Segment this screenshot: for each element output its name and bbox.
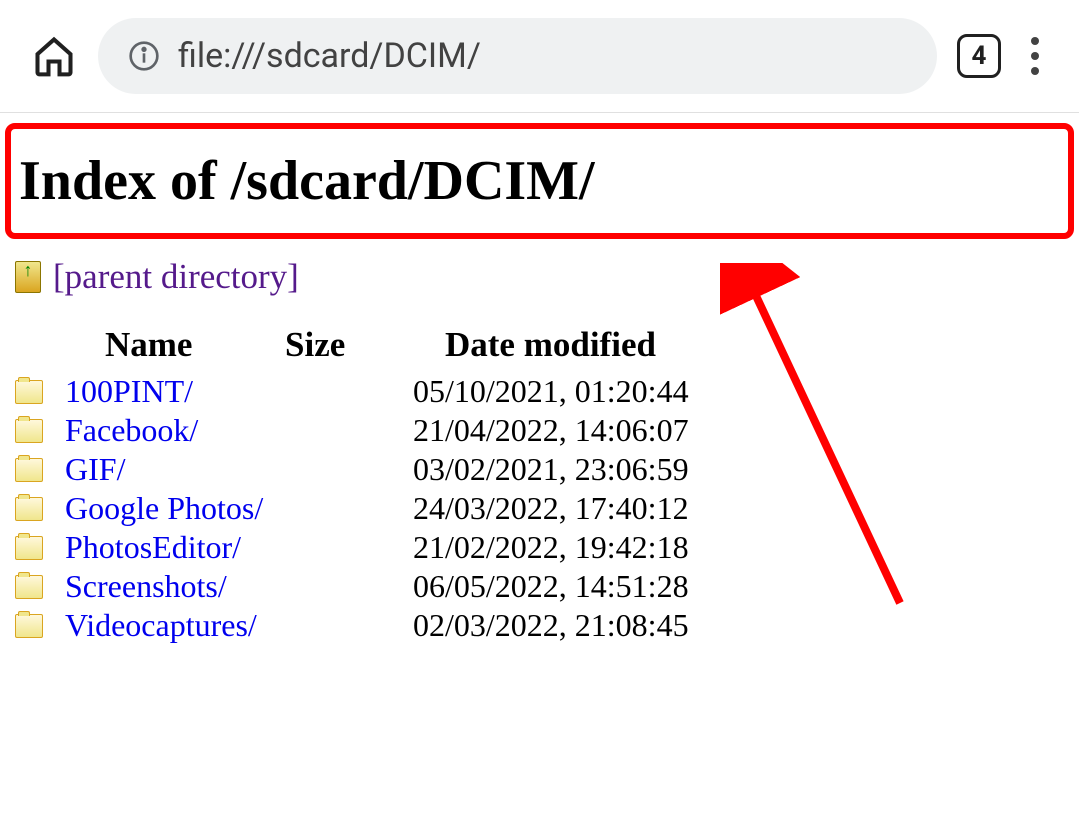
file-date-cell: 21/04/2022, 14:06:07 — [413, 412, 1079, 449]
up-arrow-icon — [15, 261, 41, 293]
file-date-cell: 24/03/2022, 17:40:12 — [413, 490, 1079, 527]
file-name-cell: Videocaptures/ — [43, 607, 413, 644]
tab-count-value: 4 — [972, 41, 987, 71]
table-header-row: Name Size Date modified — [15, 325, 1079, 365]
file-name-cell: 100PINT/ — [43, 373, 413, 410]
table-row: Google Photos/ 24/03/2022, 17:40:12 — [15, 490, 1079, 527]
page-content: Index of /sdcard/DCIM/ [parent directory… — [0, 123, 1079, 644]
table-row: Videocaptures/ 02/03/2022, 21:08:45 — [15, 607, 1079, 644]
header-date: Date modified — [415, 325, 1079, 365]
file-link[interactable]: PhotosEditor/ — [65, 529, 241, 565]
table-row: Screenshots/ 06/05/2022, 14:51:28 — [15, 568, 1079, 605]
folder-icon — [15, 614, 43, 638]
folder-icon — [15, 380, 43, 404]
file-link[interactable]: Facebook/ — [65, 412, 198, 448]
header-name: Name — [65, 325, 285, 365]
header-size: Size — [285, 325, 415, 365]
folder-icon — [15, 536, 43, 560]
home-icon[interactable] — [30, 32, 78, 80]
folder-icon — [15, 419, 43, 443]
file-date-cell: 03/02/2021, 23:06:59 — [413, 451, 1079, 488]
file-link[interactable]: 100PINT/ — [65, 373, 193, 409]
file-date-cell: 05/10/2021, 01:20:44 — [413, 373, 1079, 410]
file-name-cell: GIF/ — [43, 451, 413, 488]
menu-icon[interactable] — [1021, 37, 1049, 75]
file-name-cell: Screenshots/ — [43, 568, 413, 605]
file-link[interactable]: GIF/ — [65, 451, 125, 487]
parent-directory-link[interactable]: [parent directory] — [53, 257, 299, 297]
heading-annotation-box: Index of /sdcard/DCIM/ — [5, 123, 1074, 239]
table-row: GIF/ 03/02/2021, 23:06:59 — [15, 451, 1079, 488]
url-text: file:///sdcard/DCIM/ — [178, 36, 481, 76]
file-link[interactable]: Screenshots/ — [65, 568, 227, 604]
file-date-cell: 21/02/2022, 19:42:18 — [413, 529, 1079, 566]
table-row: PhotosEditor/ 21/02/2022, 19:42:18 — [15, 529, 1079, 566]
folder-icon — [15, 575, 43, 599]
tab-count-button[interactable]: 4 — [957, 34, 1001, 78]
file-link[interactable]: Google Photos/ — [65, 490, 263, 526]
file-date-cell: 02/03/2022, 21:08:45 — [413, 607, 1079, 644]
folder-icon — [15, 458, 43, 482]
file-name-cell: Google Photos/ — [43, 490, 413, 527]
folder-icon — [15, 497, 43, 521]
file-name-cell: PhotosEditor/ — [43, 529, 413, 566]
browser-toolbar: file:///sdcard/DCIM/ 4 — [0, 0, 1079, 113]
file-table: Name Size Date modified 100PINT/ 05/10/2… — [0, 325, 1079, 644]
file-name-cell: Facebook/ — [43, 412, 413, 449]
parent-directory-row: [parent directory] — [0, 257, 1079, 297]
page-title: Index of /sdcard/DCIM/ — [19, 149, 1060, 213]
table-row: Facebook/ 21/04/2022, 14:06:07 — [15, 412, 1079, 449]
file-link[interactable]: Videocaptures/ — [65, 607, 257, 643]
table-row: 100PINT/ 05/10/2021, 01:20:44 — [15, 373, 1079, 410]
url-bar[interactable]: file:///sdcard/DCIM/ — [98, 18, 937, 94]
file-date-cell: 06/05/2022, 14:51:28 — [413, 568, 1079, 605]
info-icon — [128, 40, 160, 72]
